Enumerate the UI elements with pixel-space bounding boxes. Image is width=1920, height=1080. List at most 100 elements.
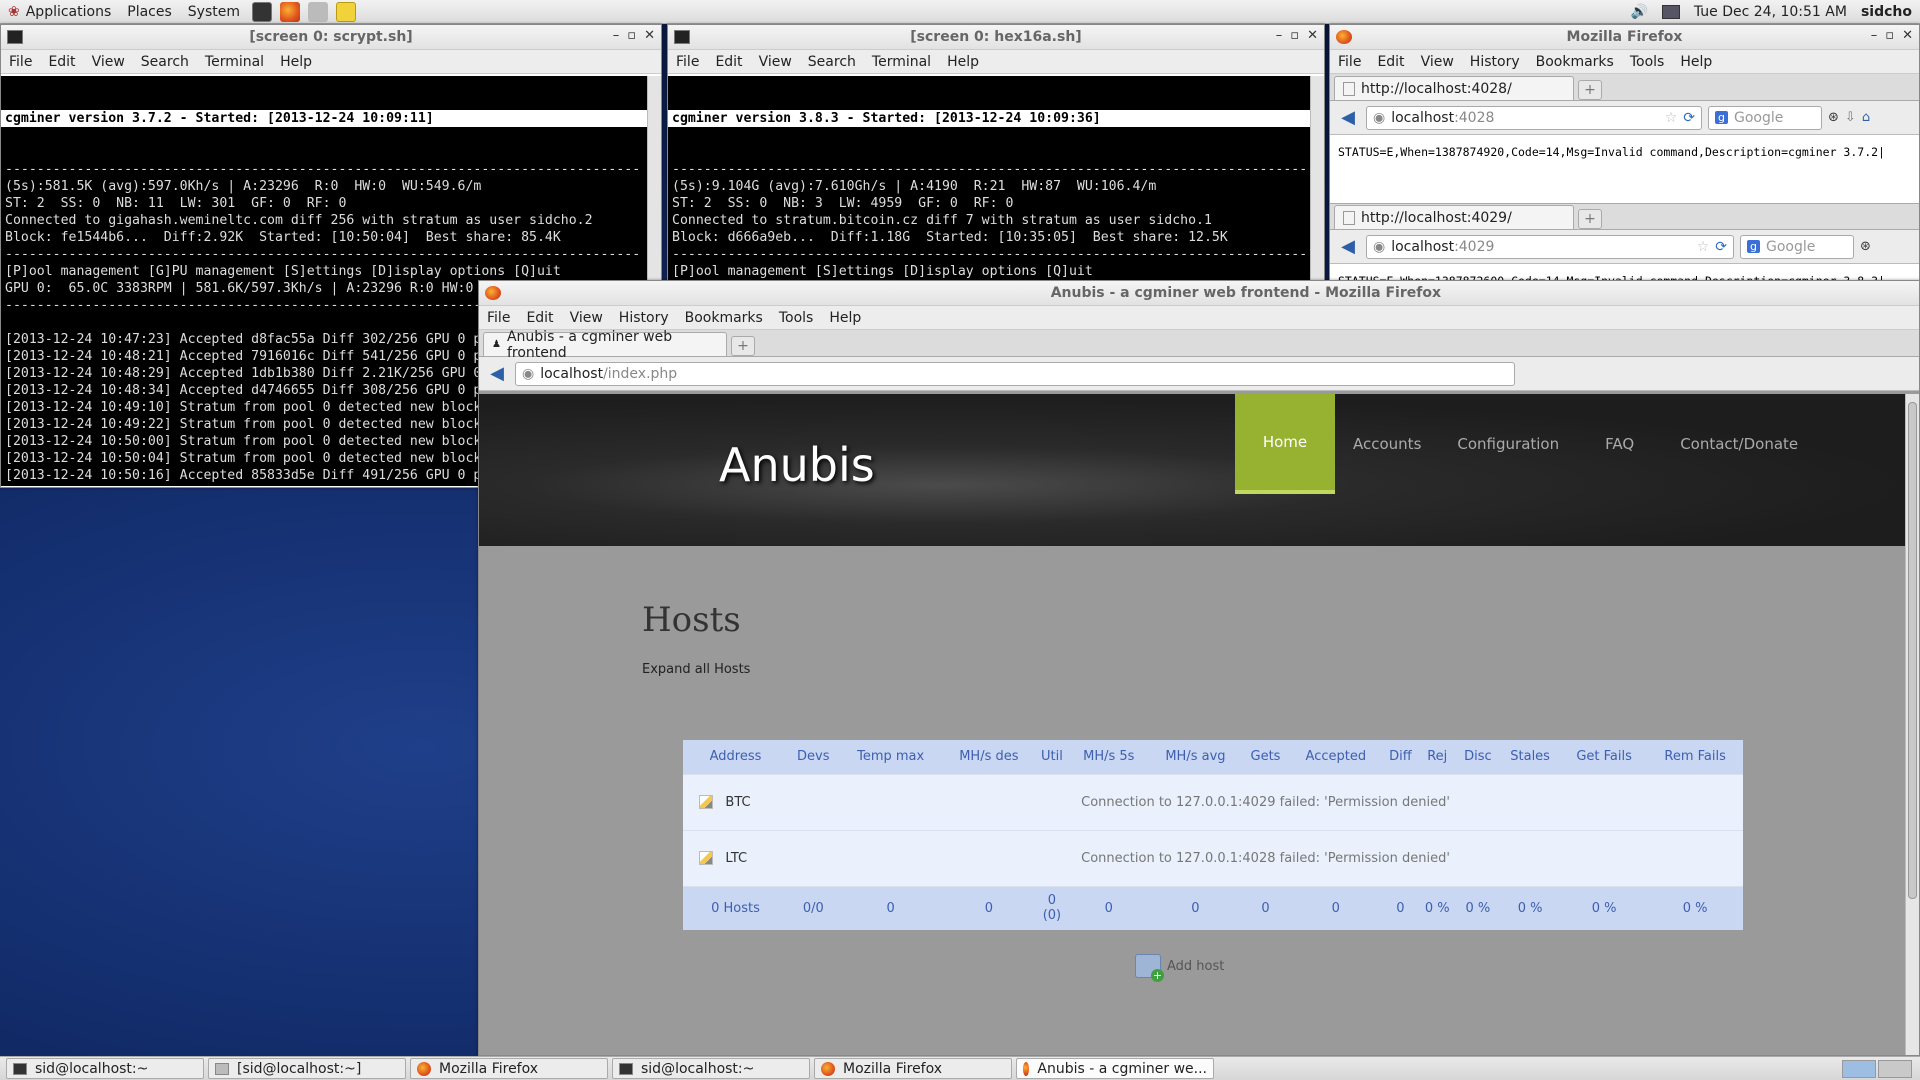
menu-view[interactable]: View [84, 54, 133, 70]
firefox-1-titlebar[interactable]: Mozilla Firefox – ▫ ✕ [1330, 25, 1919, 50]
nav-contact-donate[interactable]: Contact/Donate [1662, 394, 1816, 494]
close-icon[interactable]: ✕ [1902, 28, 1913, 43]
host-name-btc[interactable]: BTC [725, 795, 750, 810]
menu-search[interactable]: Search [133, 54, 197, 70]
binoculars-icon[interactable]: ⊛ [1828, 110, 1839, 125]
taskbar-item-terminal-2[interactable]: [sid@localhost:~] [208, 1058, 406, 1079]
binoculars-icon[interactable]: ⊛ [1860, 239, 1871, 254]
bookmark-star-icon[interactable]: ☆ [1665, 110, 1678, 126]
close-icon[interactable]: ✕ [1307, 28, 1318, 43]
menu-terminal[interactable]: Terminal [197, 54, 272, 70]
menu-edit[interactable]: Edit [518, 310, 561, 326]
menu-file[interactable]: File [668, 54, 707, 70]
add-host-button[interactable]: Add host [1135, 954, 1224, 982]
edit-pencil-icon[interactable] [699, 795, 713, 809]
search-input[interactable]: g Google [1740, 234, 1854, 259]
back-arrow-icon[interactable]: ◀ [1336, 236, 1360, 258]
mail-launcher-icon[interactable] [308, 1, 328, 22]
menu-edit[interactable]: Edit [707, 54, 750, 70]
terminal-1-titlebar[interactable]: [screen 0: scrypt.sh] – ▫ ✕ [1, 25, 661, 50]
column-header[interactable]: Temp max [838, 740, 943, 774]
user-name[interactable]: sidcho [1861, 4, 1912, 20]
maximize-icon[interactable]: ▫ [1290, 28, 1299, 43]
bookmark-star-icon[interactable]: ☆ [1697, 239, 1710, 255]
column-header[interactable]: Gets [1242, 740, 1289, 774]
menu-history[interactable]: History [1462, 54, 1528, 70]
search-input[interactable]: g Google [1708, 105, 1822, 130]
edit-pencil-icon[interactable] [699, 851, 713, 865]
system-menu[interactable]: System [180, 4, 248, 20]
reload-icon[interactable]: ⟳ [1715, 239, 1727, 255]
nav-faq[interactable]: FAQ [1577, 394, 1662, 494]
menu-tools[interactable]: Tools [771, 310, 822, 326]
column-header[interactable]: Rej [1417, 740, 1457, 774]
menu-file[interactable]: File [1330, 54, 1369, 70]
taskbar-item-terminal-3[interactable]: sid@localhost:~ [612, 1058, 810, 1079]
maximize-icon[interactable]: ▫ [1885, 28, 1894, 43]
back-arrow-icon[interactable]: ◀ [1336, 107, 1360, 129]
column-header[interactable]: Rem Fails [1647, 740, 1743, 774]
menu-bookmarks[interactable]: Bookmarks [677, 310, 771, 326]
anubis-logo[interactable]: Anubis [719, 438, 875, 492]
firefox-launcher-icon[interactable] [280, 1, 300, 22]
workspace-2[interactable] [1878, 1059, 1912, 1078]
menu-view[interactable]: View [751, 54, 800, 70]
menu-edit[interactable]: Edit [40, 54, 83, 70]
url-input-4029[interactable]: ◉ localhost:4029 ☆ ⟳ [1366, 234, 1734, 259]
home-icon[interactable]: ⌂ [1862, 110, 1870, 125]
menu-bookmarks[interactable]: Bookmarks [1528, 54, 1622, 70]
minimize-icon[interactable]: – [1276, 28, 1283, 43]
url-input-4028[interactable]: ◉ localhost:4028 ☆ ⟳ [1366, 105, 1702, 130]
download-icon[interactable]: ⇩ [1845, 110, 1856, 125]
new-tab-button[interactable]: + [1578, 80, 1602, 100]
reload-icon[interactable]: ⟳ [1683, 110, 1695, 126]
column-header[interactable]: Get Fails [1560, 740, 1648, 774]
column-header[interactable]: Disc [1456, 740, 1500, 774]
clock[interactable]: Tue Dec 24, 10:51 AM [1694, 4, 1847, 20]
page-scrollbar[interactable] [1905, 394, 1919, 1055]
places-menu[interactable]: Places [119, 4, 180, 20]
column-header[interactable]: MH/s avg [1148, 740, 1243, 774]
volume-icon[interactable]: 🔊 [1630, 4, 1647, 20]
tab-anubis[interactable]: ♟ Anubis - a cgminer web frontend [483, 329, 727, 361]
minimize-icon[interactable]: – [1871, 28, 1878, 43]
minimize-icon[interactable]: – [613, 28, 620, 43]
column-header[interactable]: Address [683, 740, 789, 774]
maximize-icon[interactable]: ▫ [627, 28, 636, 43]
terminal-2-scrollbar[interactable] [1310, 76, 1324, 290]
column-header[interactable]: Diff [1382, 740, 1418, 774]
column-header[interactable]: Devs [788, 740, 839, 774]
terminal-2-output[interactable]: cgminer version 3.8.3 - Started: [2013-1… [668, 76, 1310, 290]
menu-history[interactable]: History [611, 310, 677, 326]
notes-launcher-icon[interactable] [336, 1, 356, 22]
column-header[interactable]: Accepted [1288, 740, 1383, 774]
terminal-2-titlebar[interactable]: [screen 0: hex16a.sh] – ▫ ✕ [668, 25, 1324, 50]
column-header[interactable]: MH/s 5s [1068, 740, 1149, 774]
taskbar-item-anubis[interactable]: Anubis - a cgminer we... [1016, 1058, 1214, 1079]
expand-all-hosts-link[interactable]: Expand all Hosts [642, 662, 750, 677]
scrollbar-thumb[interactable] [1908, 402, 1917, 899]
url-input-anubis[interactable]: ◉ localhost/index.php [515, 361, 1515, 386]
nav-home[interactable]: Home [1235, 394, 1335, 494]
tab-localhost-4028[interactable]: http://localhost:4028/ [1334, 76, 1574, 100]
back-arrow-icon[interactable]: ◀ [485, 363, 509, 385]
host-name-ltc[interactable]: LTC [725, 851, 747, 866]
column-header[interactable]: Util [1034, 740, 1069, 774]
menu-tools[interactable]: Tools [1622, 54, 1673, 70]
column-header[interactable]: Stales [1499, 740, 1561, 774]
menu-search[interactable]: Search [800, 54, 864, 70]
menu-help[interactable]: Help [939, 54, 987, 70]
new-tab-button[interactable]: + [731, 336, 755, 356]
menu-edit[interactable]: Edit [1369, 54, 1412, 70]
menu-help[interactable]: Help [272, 54, 320, 70]
menu-terminal[interactable]: Terminal [864, 54, 939, 70]
nav-configuration[interactable]: Configuration [1439, 394, 1577, 494]
menu-file[interactable]: File [1, 54, 40, 70]
tab-localhost-4029[interactable]: http://localhost:4029/ [1334, 205, 1574, 229]
new-tab-button[interactable]: + [1578, 209, 1602, 229]
close-icon[interactable]: ✕ [644, 28, 655, 43]
network-icon[interactable] [1661, 4, 1680, 19]
column-header[interactable]: MH/s des [942, 740, 1035, 774]
menu-help[interactable]: Help [821, 310, 869, 326]
applications-menu[interactable]: ❀ Applications [0, 4, 119, 20]
